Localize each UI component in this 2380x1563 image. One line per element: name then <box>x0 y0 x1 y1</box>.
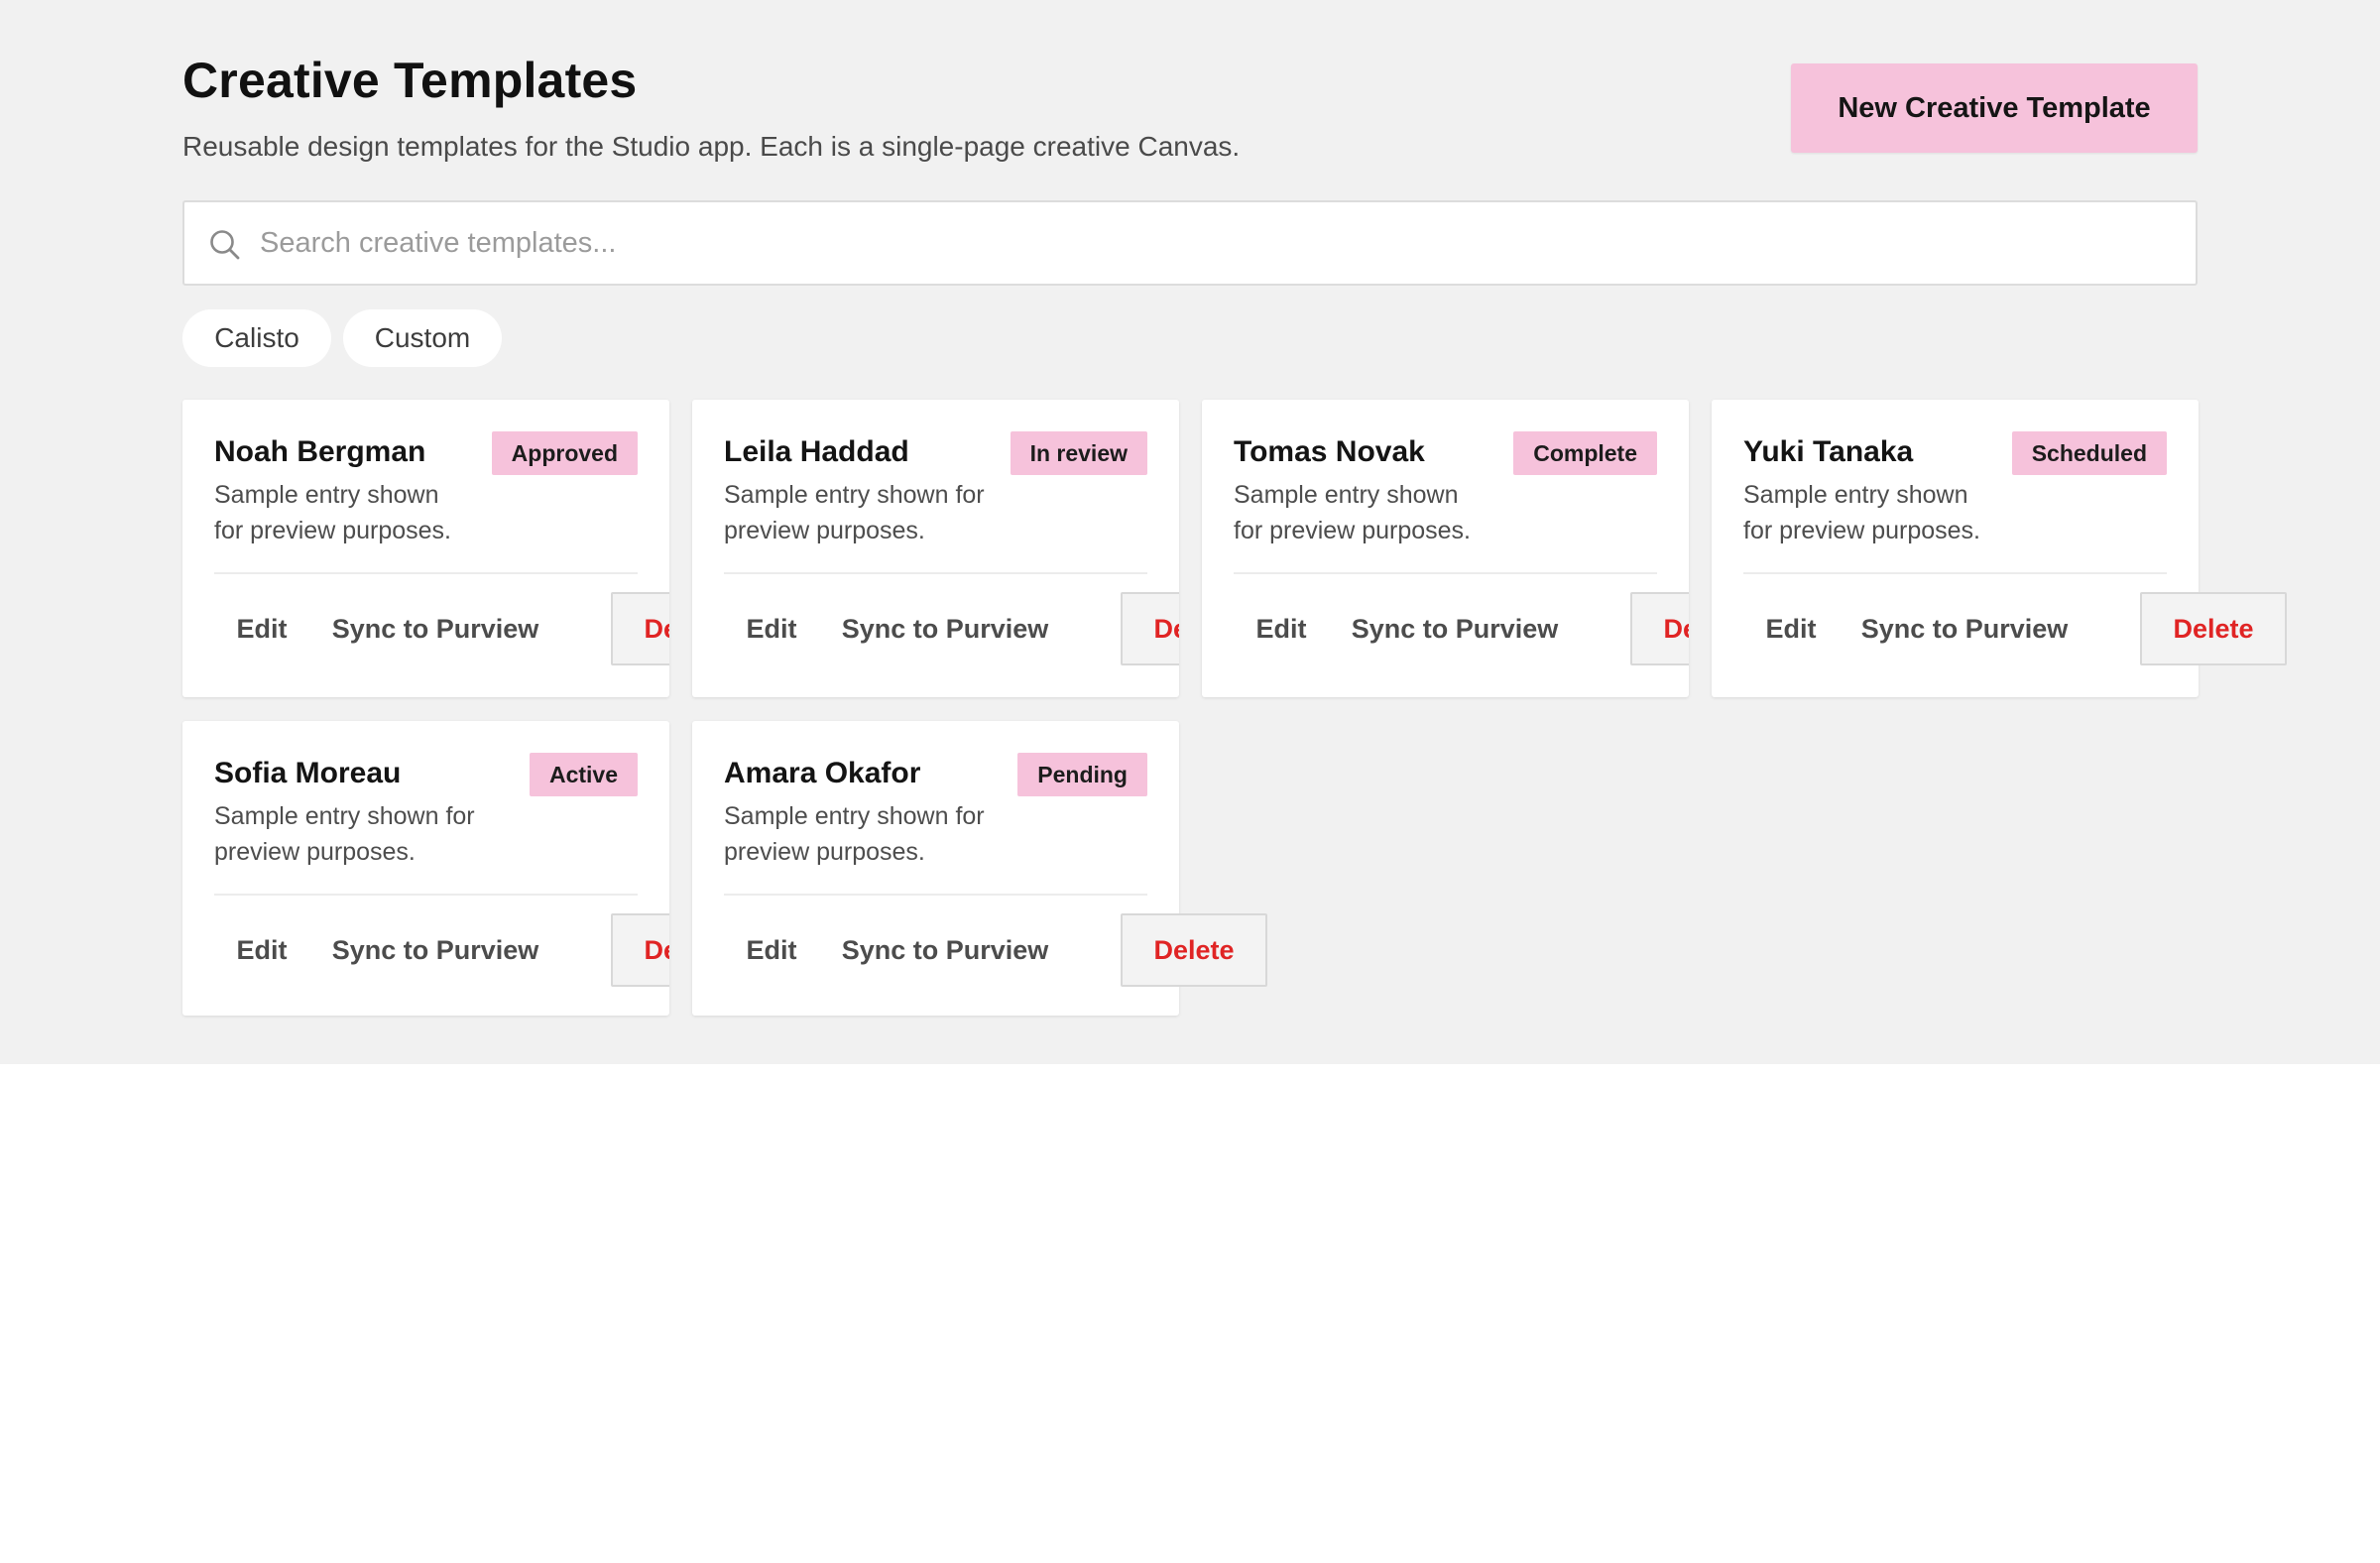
edit-button[interactable]: Edit <box>214 592 309 665</box>
status-badge: Active <box>529 753 638 796</box>
delete-button[interactable]: Delete <box>1121 592 1179 665</box>
search-icon <box>210 230 240 260</box>
card-divider <box>214 894 638 896</box>
card-name: Yuki Tanaka <box>1743 435 1914 468</box>
sync-to-purview-button[interactable]: Sync to Purview <box>317 592 553 665</box>
page-title: Creative Templates <box>182 53 638 108</box>
card-description: Sample entry shown for preview purposes. <box>724 802 985 866</box>
template-card: Amara Okafor Pending Sample entry shown … <box>692 721 1267 1016</box>
edit-button[interactable]: Edit <box>1234 592 1329 665</box>
sync-to-purview-button[interactable]: Sync to Purview <box>827 913 1063 987</box>
status-badge: Pending <box>1017 753 1147 796</box>
card-description: Sample entry shown for preview purposes. <box>1743 481 1981 544</box>
card-description: Sample entry shown for preview purposes. <box>214 481 452 544</box>
template-card: Leila Haddad In review Sample entry show… <box>692 400 1179 697</box>
sync-to-purview-button[interactable]: Sync to Purview <box>317 913 553 987</box>
search-input[interactable] <box>260 202 2174 284</box>
card-description: Sample entry shown for preview purposes. <box>214 802 475 866</box>
card-description: Sample entry shown for preview purposes. <box>1234 481 1472 544</box>
card-description: Sample entry shown for preview purposes. <box>724 481 985 544</box>
delete-button[interactable]: Delete <box>611 913 669 987</box>
card-divider <box>214 572 638 574</box>
edit-button[interactable]: Edit <box>724 913 819 987</box>
card-name: Amara Okafor <box>724 757 921 789</box>
edit-button[interactable]: Edit <box>214 913 309 987</box>
status-badge: Approved <box>491 431 638 475</box>
card-name: Leila Haddad <box>724 435 909 468</box>
status-badge: Scheduled <box>2011 431 2167 475</box>
delete-button[interactable]: Delete <box>611 592 669 665</box>
new-creative-template-button[interactable]: New Creative Template <box>1791 63 2198 153</box>
filter-chip-calisto[interactable]: Calisto <box>182 309 331 367</box>
sync-to-purview-button[interactable]: Sync to Purview <box>1846 592 2082 665</box>
template-card: Yuki Tanaka Scheduled Sample entry shown… <box>1712 400 2287 697</box>
search-box <box>182 200 2198 286</box>
template-card: Tomas Novak Complete Sample entry shown … <box>1202 400 1689 697</box>
edit-button[interactable]: Edit <box>1743 592 1839 665</box>
card-divider <box>1743 572 2167 574</box>
card-name: Noah Bergman <box>214 435 426 468</box>
template-card: Sofia Moreau Active Sample entry shown f… <box>182 721 669 1016</box>
card-name: Sofia Moreau <box>214 757 402 789</box>
card-name: Tomas Novak <box>1234 435 1425 468</box>
template-card: Noah Bergman Approved Sample entry shown… <box>182 400 669 697</box>
filter-chip-custom[interactable]: Custom <box>343 309 502 367</box>
status-badge: Complete <box>1513 431 1657 475</box>
delete-button[interactable]: Delete <box>1630 592 1689 665</box>
sync-to-purview-button[interactable]: Sync to Purview <box>1337 592 1573 665</box>
page: Creative Templates Reusable design templ… <box>0 0 2380 1064</box>
card-divider <box>1234 572 1657 574</box>
card-divider <box>724 894 1147 896</box>
delete-button[interactable]: Delete <box>1121 913 1267 987</box>
status-badge: In review <box>1010 431 1147 475</box>
sync-to-purview-button[interactable]: Sync to Purview <box>827 592 1063 665</box>
edit-button[interactable]: Edit <box>724 592 819 665</box>
card-divider <box>724 572 1147 574</box>
delete-button[interactable]: Delete <box>2140 592 2287 665</box>
page-subtitle: Reusable design templates for the Studio… <box>182 131 1241 162</box>
